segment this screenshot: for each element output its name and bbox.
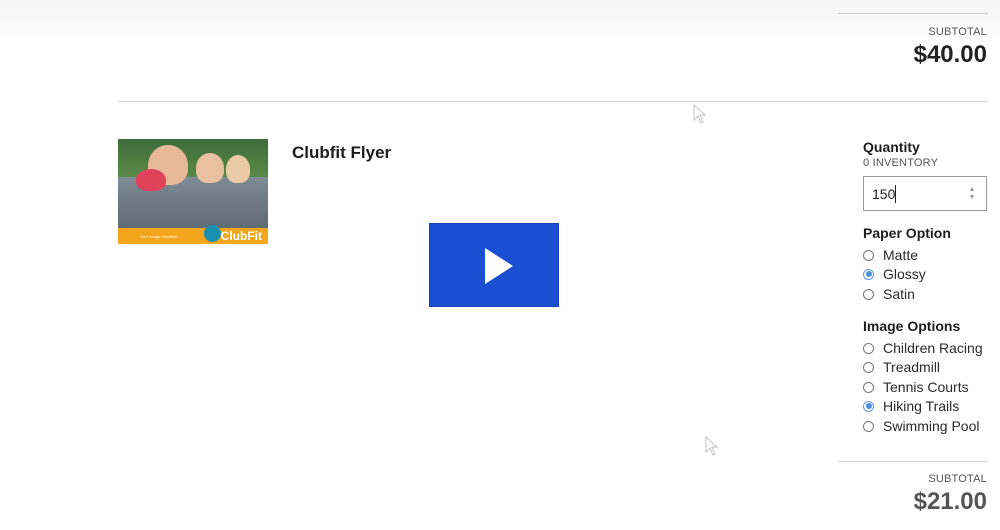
- radio-label: Treadmill: [883, 359, 941, 375]
- chevron-down-icon[interactable]: ▼: [968, 194, 976, 202]
- video-play-button[interactable]: [429, 223, 559, 307]
- image-option-children-racing[interactable]: Children Racing: [863, 339, 983, 357]
- image-options-label: Image Options: [863, 318, 961, 334]
- image-option-swimming-pool[interactable]: Swimming Pool: [863, 417, 979, 435]
- subtotal-divider-bottom: [838, 461, 988, 462]
- clubfit-logo-icon: [204, 225, 221, 242]
- quantity-value: 150: [872, 186, 896, 202]
- subtotal-divider-top: [838, 13, 988, 14]
- paper-option-matte[interactable]: Matte: [863, 246, 918, 264]
- inventory-count: 0 INVENTORY: [863, 157, 939, 169]
- radio-label: Satin: [883, 286, 915, 302]
- radio-label: Glossy: [883, 266, 926, 282]
- play-icon: [485, 248, 513, 284]
- radio-button[interactable]: [863, 361, 874, 373]
- mouse-cursor-icon: [693, 104, 707, 124]
- radio-button[interactable]: [863, 381, 874, 393]
- mouse-cursor-icon: [705, 436, 719, 456]
- radio-button[interactable]: [863, 420, 874, 432]
- thumbnail-brand-text: ClubFit: [220, 229, 262, 243]
- image-option-tennis-courts[interactable]: Tennis Courts: [863, 378, 969, 396]
- radio-button-selected[interactable]: [863, 268, 874, 280]
- paper-option-label: Paper Option: [863, 225, 951, 241]
- radio-button-selected[interactable]: [863, 400, 874, 412]
- subtotal-label-top: SUBTOTAL: [928, 26, 987, 38]
- image-option-hiking-trails[interactable]: Hiking Trails: [863, 397, 959, 415]
- radio-label: Matte: [883, 247, 919, 263]
- chevron-up-icon[interactable]: ▲: [968, 186, 976, 194]
- image-option-treadmill[interactable]: Treadmill: [863, 358, 940, 376]
- radio-button[interactable]: [863, 342, 874, 354]
- subtotal-value-bottom: $21.00: [913, 488, 987, 515]
- page-top-fade: [0, 0, 1000, 40]
- text-caret: [895, 185, 896, 203]
- radio-label: Children Racing: [883, 340, 983, 356]
- radio-label: Tennis Courts: [883, 379, 969, 395]
- thumbnail-banner-text: Your Image Headline: [140, 234, 178, 239]
- radio-button[interactable]: [863, 288, 874, 300]
- paper-option-satin[interactable]: Satin: [863, 285, 915, 303]
- thumbnail-child-2: [196, 153, 224, 183]
- product-thumbnail[interactable]: Your Image Headline ClubFit: [118, 139, 268, 244]
- paper-option-glossy[interactable]: Glossy: [863, 265, 926, 283]
- item-divider: [118, 101, 988, 102]
- thumbnail-child-3: [226, 155, 250, 183]
- quantity-stepper[interactable]: ▲ ▼: [968, 186, 976, 202]
- thumbnail-banner: Your Image Headline ClubFit: [118, 225, 268, 244]
- quantity-label: Quantity: [863, 139, 920, 155]
- subtotal-label-bottom: SUBTOTAL: [928, 473, 987, 485]
- product-title: Clubfit Flyer: [292, 143, 392, 162]
- radio-label: Hiking Trails: [883, 398, 960, 414]
- thumbnail-child-1-clothes: [136, 169, 166, 191]
- quantity-input[interactable]: 150 ▲ ▼: [863, 176, 987, 211]
- radio-button[interactable]: [863, 249, 874, 261]
- radio-label: Swimming Pool: [883, 418, 980, 434]
- subtotal-value-top: $40.00: [913, 41, 987, 68]
